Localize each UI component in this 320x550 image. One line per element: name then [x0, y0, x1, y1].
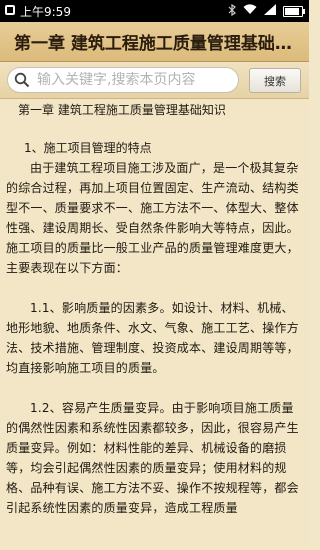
search-button[interactable]: 搜索 [249, 68, 301, 93]
search-input[interactable] [35, 71, 229, 89]
article-content[interactable]: 第一章 建筑工程施工质量管理基础知识 1、施工项目管理的特点 由于建筑工程项目施… [0, 99, 309, 550]
wifi-icon [243, 4, 257, 18]
page-title: 第一章 建筑工程施工质量管理基础知识 [14, 34, 304, 54]
paragraph: 1.1、影响质量的因素多。如设计、材料、机械、地形地貌、地质条件、水文、气象、施… [6, 301, 299, 375]
search-bar: 搜索 [0, 62, 309, 99]
search-icon [14, 72, 30, 88]
paragraph: 由于建筑工程项目施工涉及面广，是一个极其复杂的综合过程，再加上项目位置固定、生产… [6, 161, 299, 275]
section-title: 1、施工项目管理的特点 [24, 141, 152, 155]
status-bar: 上午9:59 [0, 0, 309, 22]
article-heading: 第一章 建筑工程施工质量管理基础知识 [18, 103, 226, 117]
title-bar: 第一章 建筑工程施工质量管理基础知识 [0, 22, 309, 62]
status-time: 上午9:59 [20, 4, 71, 19]
signal-icon [264, 4, 276, 18]
app-notification-icon [4, 4, 16, 19]
bluetooth-icon [228, 3, 236, 19]
battery-level [285, 7, 299, 15]
search-field[interactable] [7, 67, 239, 93]
paragraph: 1.2、容易产生质量变异。由于影响项目施工质量的偶然性因素和系统性因素都较多，因… [6, 401, 299, 515]
battery-icon [283, 5, 305, 17]
